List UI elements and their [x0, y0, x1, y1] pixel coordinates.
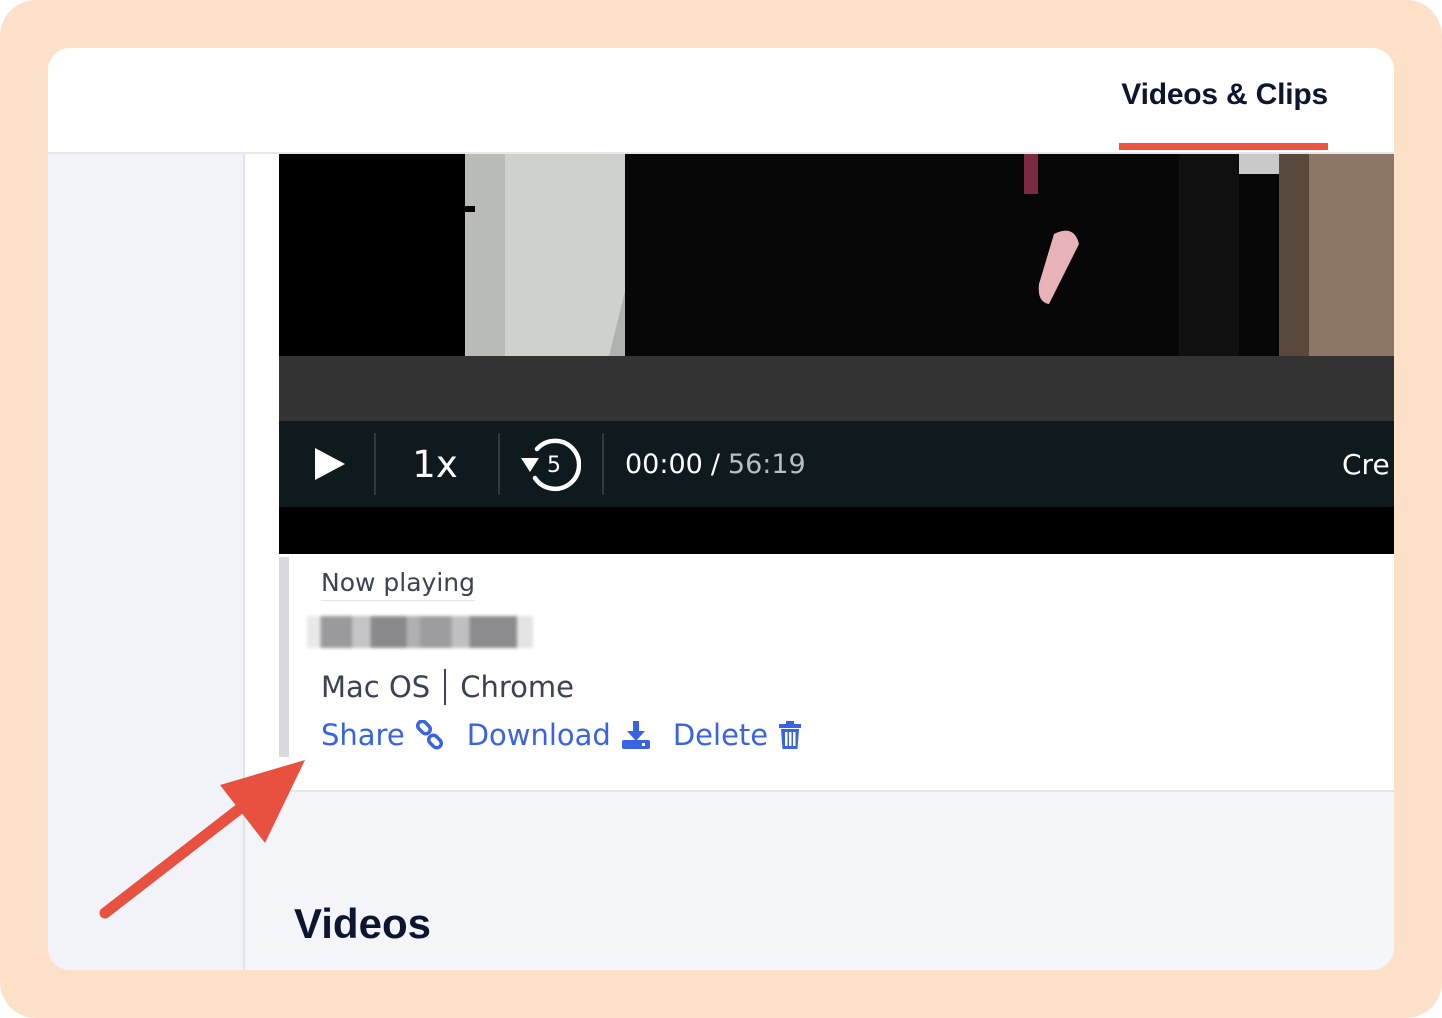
os-label: Mac OS — [321, 670, 431, 704]
play-icon — [315, 448, 345, 480]
control-bar: 1x 5 00:00 / 56:19 Cre — [279, 421, 1394, 507]
time-display: 00:00 / 56:19 — [625, 421, 845, 507]
control-divider — [498, 433, 500, 495]
download-label: Download — [466, 718, 611, 752]
redacted-title — [307, 616, 533, 648]
download-link[interactable]: Download — [467, 718, 651, 752]
rewind-button[interactable]: 5 — [509, 421, 589, 507]
progress-area[interactable] — [279, 356, 1394, 421]
video-frame — [279, 154, 1394, 356]
duration: 56:19 — [727, 448, 806, 480]
browser-label: Chrome — [460, 670, 574, 704]
session-meta: Mac OS Chrome — [321, 669, 574, 705]
svg-text:5: 5 — [547, 453, 561, 478]
meta-divider — [444, 669, 447, 705]
share-label: Share — [321, 718, 405, 752]
time-separator: / — [710, 448, 720, 480]
current-time: 00:00 — [625, 448, 703, 480]
control-divider — [602, 433, 604, 495]
create-clip-button[interactable]: Cre — [1342, 421, 1394, 507]
screenshot-frame: Videos & Clips 1x 5 00:00 / 56:19 Cre No… — [0, 0, 1442, 1018]
delete-link[interactable]: Delete — [673, 718, 802, 752]
rewind-5-icon: 5 — [521, 438, 581, 492]
now-playing-indicator — [279, 557, 289, 757]
delete-label: Delete — [672, 718, 769, 752]
video-card: 1x 5 00:00 / 56:19 Cre Now playing Mac O… — [245, 154, 1394, 792]
active-tab-indicator — [1119, 143, 1328, 150]
arrow-annotation — [99, 760, 305, 919]
video-player[interactable]: 1x 5 00:00 / 56:19 Cre — [279, 154, 1394, 554]
video-actions: Share Download Delete — [321, 718, 824, 752]
speed-button[interactable]: 1x — [399, 421, 471, 507]
control-divider — [374, 433, 376, 495]
top-nav: Videos & Clips — [48, 48, 1394, 154]
link-icon — [415, 720, 443, 750]
now-playing-label: Now playing — [321, 568, 475, 601]
play-button[interactable] — [301, 421, 359, 507]
share-link[interactable]: Share — [321, 718, 445, 752]
tab-videos-clips[interactable]: Videos & Clips — [1121, 78, 1328, 112]
trash-icon — [779, 721, 802, 749]
download-icon — [621, 721, 650, 749]
